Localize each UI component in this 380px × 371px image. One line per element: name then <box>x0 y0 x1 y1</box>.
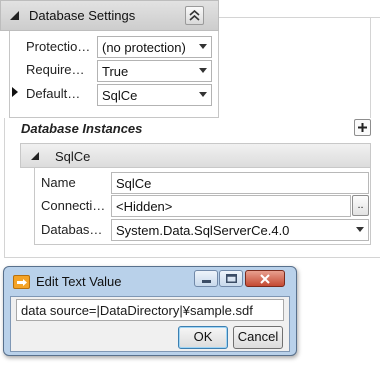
settings-header[interactable]: Database Settings <box>0 0 219 31</box>
double-chevron-up-icon <box>189 10 200 21</box>
triangle-collapse-icon[interactable] <box>31 152 39 160</box>
field-label-database: Databas… <box>41 222 103 237</box>
database-settings-panel: Database Settings Protectio… (no protect… <box>0 0 219 118</box>
edit-text-value-dialog: Edit Text Value data source=|DataDirecto… <box>3 266 297 356</box>
required-value: True <box>102 64 129 79</box>
connection-value: <Hidden> <box>116 199 173 214</box>
instance-name: SqlCe <box>55 149 91 164</box>
property-label-required: Require… <box>26 62 85 77</box>
arrow-right-icon <box>17 279 27 286</box>
name-value: SqlCe <box>116 176 152 191</box>
settings-title: Database Settings <box>29 8 136 23</box>
collapse-button[interactable] <box>185 6 204 25</box>
ok-button[interactable]: OK <box>178 326 228 349</box>
instances-title: Database Instances <box>21 121 143 136</box>
field-label-name: Name <box>41 175 76 190</box>
minimize-icon <box>202 280 211 283</box>
property-label-protection: Protectio… <box>26 39 91 54</box>
browse-button[interactable]: .. <box>352 195 369 216</box>
triangle-collapse-icon[interactable] <box>10 11 19 20</box>
instance-header[interactable]: SqlCe <box>20 143 371 168</box>
cancel-button[interactable]: Cancel <box>233 326 283 349</box>
default-value: SqlCe <box>102 88 138 103</box>
protection-value: (no protection) <box>102 40 186 55</box>
divider <box>219 17 380 18</box>
close-button[interactable] <box>245 270 285 287</box>
dropdown-arrow-icon <box>356 227 364 232</box>
dialog-client-area: data source=|DataDirectory|¥sample.sdf O… <box>10 296 290 352</box>
required-dropdown[interactable]: True <box>97 60 212 82</box>
dialog-title: Edit Text Value <box>36 274 122 289</box>
minimize-button[interactable] <box>194 270 218 287</box>
text-value-input[interactable]: data source=|DataDirectory|¥sample.sdf <box>16 299 284 321</box>
field-label-connection: Connecti… <box>41 198 106 213</box>
row-pointer-icon <box>12 87 18 97</box>
maximize-icon <box>226 274 237 283</box>
add-instance-button[interactable] <box>354 119 371 136</box>
close-icon <box>260 274 270 284</box>
dropdown-arrow-icon <box>199 44 207 49</box>
divider <box>370 17 371 118</box>
database-provider-dropdown[interactable]: System.Data.SqlServerCe.4.0 <box>111 219 369 241</box>
dropdown-arrow-icon <box>199 68 207 73</box>
plus-icon <box>358 123 367 132</box>
settings-property-grid: Protectio… (no protection) Require… True… <box>9 31 219 118</box>
name-field[interactable]: SqlCe <box>111 172 369 194</box>
edit-text-icon <box>13 275 30 289</box>
maximize-button[interactable] <box>219 270 243 287</box>
dropdown-arrow-icon <box>199 92 207 97</box>
connection-field[interactable]: <Hidden> <box>111 195 351 217</box>
protection-dropdown[interactable]: (no protection) <box>97 36 212 58</box>
property-label-default: Default… <box>26 86 81 101</box>
database-provider-value: System.Data.SqlServerCe.4.0 <box>116 223 290 238</box>
text-value: data source=|DataDirectory|¥sample.sdf <box>21 303 253 318</box>
default-dropdown[interactable]: SqlCe <box>97 84 212 106</box>
